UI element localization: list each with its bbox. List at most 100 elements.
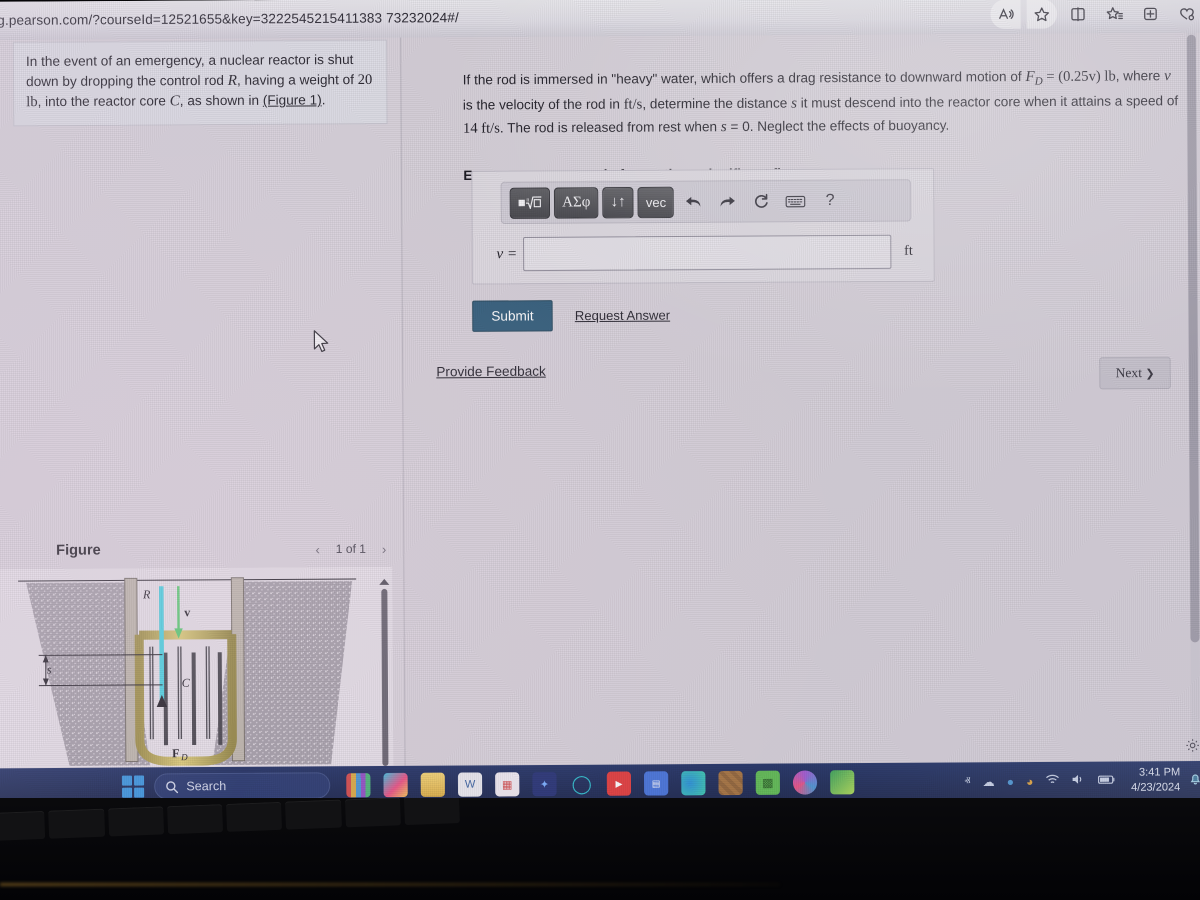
arrows-button[interactable]: ↓↑ [602,186,634,218]
taskbar-app-explorer[interactable] [420,772,445,797]
search-input[interactable]: Search [154,772,331,800]
undo-icon[interactable] [678,187,708,217]
browser-essentials-icon[interactable] [1171,0,1200,28]
question-part-d: , determine the distance [642,95,792,112]
taskbar-app-teams[interactable]: ▤ [644,771,669,796]
update-icon[interactable]: ● [1007,774,1014,788]
search-icon [166,780,179,793]
figure-image[interactable]: R v s C F D [0,566,394,769]
reset-icon[interactable] [747,186,777,216]
taskbar-app-media[interactable] [792,770,818,795]
figure-scrollbar[interactable] [378,578,391,766]
velocity-symbol-1: v [1164,68,1171,85]
split-screen-icon[interactable] [1063,0,1093,28]
taskbar-app-youtube[interactable]: ▶ [606,771,632,796]
gear-icon[interactable] [1182,735,1200,755]
collections-icon[interactable] [1135,0,1165,28]
figure-prev-button[interactable]: ‹ [310,540,326,558]
taskbar-app-word[interactable]: W [457,772,483,797]
taskbar-clock[interactable]: 3:41 PM 4/23/2024 [1131,765,1180,795]
submit-button[interactable]: Submit [472,300,553,332]
greek-symbols-button[interactable]: ΑΣφ [553,186,599,219]
read-aloud-icon[interactable] [990,0,1021,29]
onedrive-icon[interactable]: ☁ [983,774,995,788]
favorites-list-icon[interactable] [1099,0,1129,28]
provide-feedback-link[interactable]: Provide Feedback [436,364,546,380]
taskbar-app-minecraft[interactable] [718,770,743,796]
svg-text:F: F [172,746,179,760]
question-part-a: If the rod is immersed in "heavy" water,… [462,68,1026,88]
vector-button[interactable]: vec [637,186,675,218]
start-button[interactable] [121,775,145,798]
question-text: If the rod is immersed in "heavy" water,… [463,65,1180,141]
question-part-b: , where [1115,68,1165,84]
figure-page-indicator: 1 of 1 [335,541,367,557]
prompt-text-c: , into the reactor core [37,93,170,110]
template-sqrt-button[interactable]: n [509,187,551,219]
taskbar-app-copilot[interactable]: ✦ [532,771,557,797]
figure-header: Figure ‹ 1 of 1 › [0,530,404,569]
drag-force-symbol: F [1025,68,1035,86]
figure-scroll-thumb[interactable] [381,588,389,766]
prompt-text-b: , having a weight of [236,71,358,88]
clock-time: 3:41 PM [1138,766,1181,779]
taskbar-app-paint[interactable] [830,770,855,795]
wifi-icon[interactable] [1045,773,1059,788]
answer-unit: ft [904,243,913,259]
search-label: Search [186,779,227,794]
formula-unit: lb [1100,68,1116,85]
prompt-text-e: . [321,92,326,108]
mouse-cursor [312,330,330,359]
question-part-e: it must descend into the reactor core wh… [796,92,1179,111]
prompt-text-d: , as shown in [179,93,263,109]
volume-icon[interactable] [1072,773,1086,788]
answer-row: v = ft [483,231,926,274]
formula-equals: = [1042,68,1059,85]
taskbar-app-creeper[interactable]: ▩ [755,770,780,795]
sync-warning-icon[interactable]: ◕ [1026,774,1033,788]
redo-icon[interactable] [712,186,742,216]
url-text: ing.pearson.com/?courseId=12521655&key=3… [0,10,459,28]
notification-bell-icon[interactable] [1188,772,1200,789]
submit-row: Submit Request Answer [472,299,670,332]
problem-statement: In the event of an emergency, a nuclear … [12,39,388,127]
left-panel: In the event of an emergency, a nuclear … [0,37,406,769]
taskbar-app-chat[interactable]: ◯ [570,772,594,796]
svg-text:v: v [184,605,191,619]
figure-pager: ‹ 1 of 1 › [310,540,393,559]
browser-toolbar-icons [990,0,1200,29]
answer-input[interactable] [523,234,892,272]
math-toolbar: n ΑΣφ ↓↑ vec ? [500,179,912,225]
taskbar-left-group: Search [121,772,331,800]
address-bar[interactable]: ing.pearson.com/?courseId=12521655&key=3… [0,10,459,28]
keyboard-keys [0,798,461,865]
taskbar-app-store[interactable]: ▦ [495,772,520,797]
keyboard-icon[interactable] [781,186,811,216]
figure-next-button[interactable]: › [376,540,392,558]
help-icon[interactable]: ? [815,186,845,216]
figure-scroll-up-icon[interactable] [379,578,390,585]
taskbar-app-books[interactable] [346,773,371,798]
svg-text:n: n [526,197,529,203]
page-scrollbar-thumb[interactable] [1186,34,1200,643]
question-part-f: . The rod is released from rest when [499,119,721,136]
favorite-star-icon[interactable] [1026,0,1057,29]
show-hidden-icons[interactable]: ⱏ [964,774,970,789]
svg-text:s: s [47,662,52,676]
taskbar-app-edge[interactable] [681,771,706,796]
formula-value: (0.25v) [1058,68,1101,85]
battery-icon[interactable] [1098,774,1116,788]
question-part-c: is the velocity of the rod in [462,96,624,113]
clock-date: 4/23/2024 [1131,781,1181,794]
next-button[interactable]: Next ❯ [1099,356,1171,390]
answer-label: v = [496,245,518,262]
laptop-photo: ing.pearson.com/?courseId=12521655&key=3… [0,0,1200,900]
speed-value: 14 ft/s [462,120,500,137]
next-button-label: Next [1115,364,1143,381]
units-ft-per-s: ft/s [623,96,643,113]
figure-1-link[interactable]: (Figure 1) [263,93,322,108]
svg-text:R: R [142,587,151,601]
request-answer-link[interactable]: Request Answer [575,307,670,323]
question-part-g: = 0. Neglect the effects of buoyancy. [726,117,950,135]
taskbar-app-photos[interactable] [383,772,408,798]
